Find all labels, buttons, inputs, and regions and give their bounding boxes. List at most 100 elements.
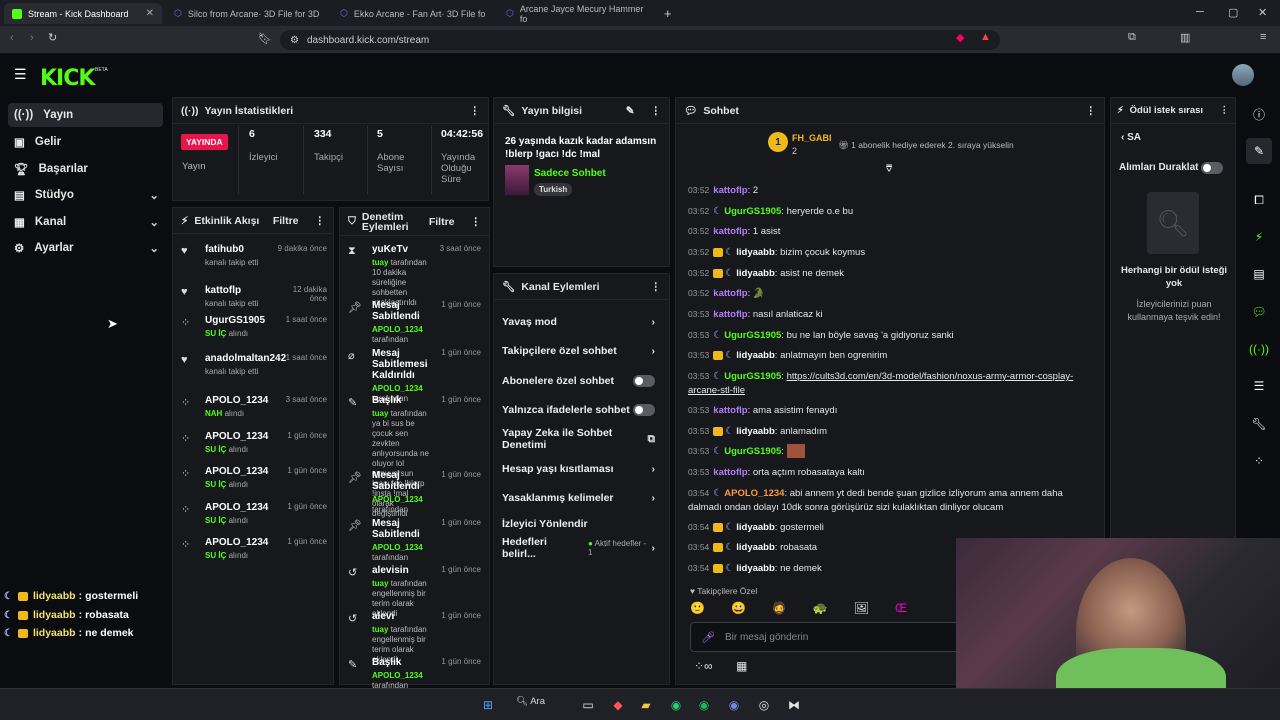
chat-username[interactable]: lidyaabb	[736, 268, 775, 279]
channel-action-item[interactable]: Abonelere özel sohbet	[502, 371, 655, 391]
edit-icon[interactable]: ✎	[626, 105, 635, 117]
camera-icon[interactable]: ⧠	[1246, 187, 1272, 213]
more-icon[interactable]: ⋮	[471, 216, 482, 228]
chat-username[interactable]: kattoflp	[713, 226, 747, 237]
back-icon[interactable]: ‹	[10, 32, 14, 44]
info-icon[interactable]: ⓘ	[1246, 101, 1272, 127]
browser-tab[interactable]: ⬡ Silco from Arcane· 3D File for 3D	[166, 3, 328, 24]
wrench-icon[interactable]: 🔧︎	[1246, 411, 1272, 437]
list-icon[interactable]: ☰	[1246, 373, 1272, 399]
sidebar-item-basarilar[interactable]: 🏆︎ Başarılar	[8, 157, 163, 181]
chat-username[interactable]: lidyaabb	[736, 350, 775, 361]
more-icon[interactable]: ⋮	[470, 105, 481, 117]
minimize-icon[interactable]: ─	[1196, 6, 1204, 18]
store-icon[interactable]: ▦	[736, 659, 747, 673]
sidebar-item-yayin[interactable]: ((·)) Yayın	[8, 103, 163, 127]
chat-username[interactable]: kattoflp	[713, 467, 747, 478]
new-tab-icon[interactable]: +	[664, 6, 672, 21]
windows-start-icon[interactable]: ⊞	[478, 695, 498, 715]
moderation-actor[interactable]: APOLO_1234	[372, 495, 423, 504]
browser-tab[interactable]: Stream - Kick Dashboard ✕	[4, 3, 162, 24]
chat-icon[interactable]: 💬︎	[1246, 299, 1272, 325]
channel-action-item[interactable]: Yapay Zeka ile Sohbet Denetimi ⧉	[502, 427, 655, 451]
edit-icon[interactable]: ✎	[1246, 138, 1272, 164]
toggle-switch[interactable]	[633, 375, 655, 387]
moderation-actor[interactable]: tuay	[372, 409, 388, 418]
avatar[interactable]	[1232, 64, 1254, 86]
chat-username[interactable]: APOLO_1234	[724, 488, 784, 499]
kick-icon[interactable]: ⁘	[1246, 448, 1272, 474]
maximize-icon[interactable]: ▢	[1228, 6, 1238, 19]
capcut-icon[interactable]: ⧓	[784, 695, 804, 715]
window-close-icon[interactable]: ✕	[1258, 6, 1267, 19]
moderation-actor[interactable]: APOLO_1234	[372, 671, 423, 680]
more-icon[interactable]: ⋮	[651, 281, 662, 293]
explorer-icon[interactable]: ▰	[636, 695, 656, 715]
more-icon[interactable]: ⋮	[315, 215, 326, 227]
moderation-actor[interactable]: tuay	[372, 258, 388, 267]
leaderboard-user[interactable]: FH_GABI	[792, 133, 832, 143]
sidebar-item-kanal[interactable]: ▦ Kanal ⌄	[8, 210, 163, 234]
browser-tab[interactable]: ⬡ Arcane Jayce Mecury Hammer fo	[498, 3, 658, 24]
kick-logo[interactable]: KICK	[40, 66, 95, 91]
emote-icon[interactable]: 🧔	[772, 601, 787, 619]
sidebar-item-studyo[interactable]: ▤ Stüdyo ⌄	[8, 183, 163, 207]
hamburger-icon[interactable]: ☰	[14, 66, 27, 83]
moderation-actor[interactable]: APOLO_1234	[372, 543, 423, 552]
chat-input[interactable]: 🎤︎ Bir mesaj gönderin	[690, 622, 960, 652]
pause-toggle[interactable]	[1201, 162, 1223, 174]
back-button[interactable]: ‹ SA	[1121, 132, 1141, 143]
emote-icon[interactable]: 🐢	[813, 601, 828, 619]
sidebar-item-ayarlar[interactable]: ⚙︎ Ayarlar ⌄	[8, 236, 163, 260]
broadcast-icon[interactable]: ((·))	[1246, 336, 1272, 362]
channel-action-item[interactable]: İzleyici Yönlendir	[502, 514, 655, 534]
more-icon[interactable]: ⋮	[1086, 105, 1097, 117]
emote-icon[interactable]: 😀	[731, 601, 746, 619]
close-icon[interactable]: ✕	[146, 8, 154, 19]
mic-icon[interactable]: 🎤︎	[701, 631, 715, 644]
notes-icon[interactable]: ▤	[1246, 261, 1272, 287]
channel-action-item[interactable]: Yavaş mod ›	[502, 312, 655, 332]
channel-action-item[interactable]: Takipçilere özel sohbet ›	[502, 341, 655, 361]
collapse-icon[interactable]: ⩢	[886, 164, 892, 175]
filter-button[interactable]: Filtre	[273, 215, 299, 227]
bookmark-icon[interactable]: 🔖︎	[258, 32, 272, 45]
more-icon[interactable]: ⋮	[1220, 105, 1230, 116]
category-link[interactable]: Sadece Sohbet	[534, 168, 606, 179]
lightning-icon[interactable]: ⚡︎	[1246, 224, 1272, 250]
chat-username[interactable]: UgurGS1905	[724, 206, 781, 217]
chat-username[interactable]: lidyaabb	[736, 522, 775, 533]
kick-points-icon[interactable]: ⁘∞	[694, 659, 713, 673]
whatsapp-icon[interactable]: ◉	[666, 695, 686, 715]
chat-username[interactable]: lidyaabb	[736, 563, 775, 574]
chat-username[interactable]: kattoflp	[713, 288, 747, 299]
chat-username[interactable]: kattoflp	[713, 185, 747, 196]
filter-button[interactable]: Filtre	[429, 216, 455, 228]
brave-icon[interactable]: ◆	[608, 695, 628, 715]
browser-tab[interactable]: ⬡ Ekko Arcane - Fan Art· 3D File fo	[332, 3, 494, 24]
chat-username[interactable]: lidyaabb	[736, 426, 775, 437]
emote-icon[interactable]: 🙂	[690, 601, 705, 619]
sidebar-toggle-icon[interactable]: ▥	[1180, 31, 1190, 44]
chat-username[interactable]: kattoflp	[713, 309, 747, 320]
brave-rewards-icon[interactable]: ▲	[980, 31, 991, 43]
moderation-actor[interactable]: tuay	[372, 625, 388, 634]
taskbar-search[interactable]: 🔍︎ Ara	[516, 696, 545, 707]
chat-username[interactable]: UgurGS1905	[724, 371, 781, 382]
channel-action-item[interactable]: Hedefleri belirl... ● Aktif hedefler - 1 ›	[502, 536, 655, 560]
chat-username[interactable]: kattoflp	[713, 405, 747, 416]
extensions-icon[interactable]: ⧉	[1128, 31, 1136, 44]
spotify-icon[interactable]: ◉	[694, 695, 714, 715]
menu-icon[interactable]: ≡	[1260, 31, 1266, 43]
channel-action-item[interactable]: Yalnızca ifadelerle sohbet	[502, 400, 655, 420]
task-view-icon[interactable]: ▭	[578, 695, 598, 715]
emote-icon[interactable]: 🖼	[854, 601, 869, 619]
moderation-actor[interactable]: tuay	[372, 579, 388, 588]
moderation-actor[interactable]: APOLO_1234	[372, 325, 423, 334]
forward-icon[interactable]: ›	[30, 32, 34, 44]
obs-icon[interactable]: ◎	[754, 695, 774, 715]
chat-username[interactable]: lidyaabb	[736, 247, 775, 258]
brave-shield-icon[interactable]: ◆	[956, 31, 964, 44]
reload-icon[interactable]: ↻	[48, 31, 57, 44]
url-field[interactable]: ⚙︎ dashboard.kick.com/stream	[280, 30, 1000, 50]
